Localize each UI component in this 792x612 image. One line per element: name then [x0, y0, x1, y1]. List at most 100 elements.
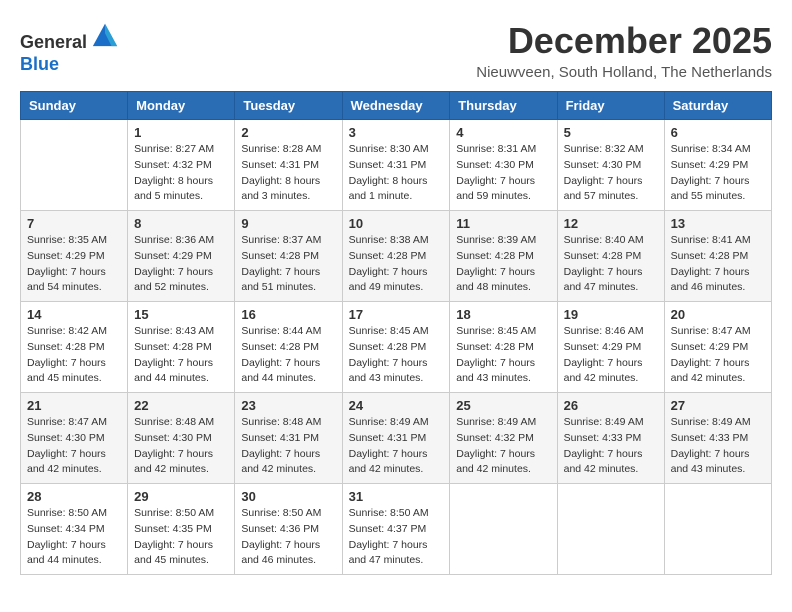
calendar-cell: 1Sunrise: 8:27 AM Sunset: 4:32 PM Daylig… — [128, 120, 235, 211]
day-number: 6 — [671, 125, 765, 140]
day-number: 16 — [241, 307, 335, 322]
calendar-cell: 10Sunrise: 8:38 AM Sunset: 4:28 PM Dayli… — [342, 211, 450, 302]
calendar-cell: 5 Sunrise: 8:32 AM Sunset: 4:30 PM Daylig… — [557, 120, 664, 211]
day-info: Sunrise: 8:47 AM Sunset: 4:30 PM Dayligh… — [27, 415, 121, 478]
calendar-cell: 23 Sunrise: 8:48 AM Sunset: 4:31 PM Dayli… — [235, 393, 342, 484]
calendar-cell: 11 Sunrise: 8:39 AM Sunset: 4:28 PM Dayli… — [450, 211, 557, 302]
day-number: 27 — [671, 398, 765, 413]
calendar-header-row: SundayMondayTuesdayWednesdayThursdayFrid… — [21, 92, 772, 120]
weekday-header-tuesday: Tuesday — [235, 92, 342, 120]
weekday-header-monday: Monday — [128, 92, 235, 120]
calendar-week-row: 14 Sunrise: 8:42 AM Sunset: 4:28 PM Dayli… — [21, 302, 772, 393]
calendar-cell: 7 Sunrise: 8:35 AM Sunset: 4:29 PM Daylig… — [21, 211, 128, 302]
logo-blue-text: Blue — [20, 54, 59, 74]
day-number: 15 — [134, 307, 228, 322]
day-number: 25 — [456, 398, 550, 413]
day-info: Sunrise: 8:45 AM Sunset: 4:28 PM Dayligh… — [456, 324, 550, 387]
day-info: Sunrise: 8:30 AM Sunset: 4:31 PM Dayligh… — [349, 142, 444, 205]
day-number: 12 — [564, 216, 658, 231]
calendar-cell: 30Sunrise: 8:50 AM Sunset: 4:36 PM Dayli… — [235, 484, 342, 575]
day-info: Sunrise: 8:47 AM Sunset: 4:29 PM Dayligh… — [671, 324, 765, 387]
day-number: 22 — [134, 398, 228, 413]
location-text: Nieuwveen, South Holland, The Netherland… — [476, 64, 772, 81]
day-info: Sunrise: 8:37 AM Sunset: 4:28 PM Dayligh… — [241, 233, 335, 296]
calendar-week-row: 1Sunrise: 8:27 AM Sunset: 4:32 PM Daylig… — [21, 120, 772, 211]
calendar-table: SundayMondayTuesdayWednesdayThursdayFrid… — [20, 91, 772, 575]
day-number: 20 — [671, 307, 765, 322]
day-number: 31 — [349, 489, 444, 504]
calendar-cell: 28 Sunrise: 8:50 AM Sunset: 4:34 PM Dayli… — [21, 484, 128, 575]
calendar-cell: 24Sunrise: 8:49 AM Sunset: 4:31 PM Dayli… — [342, 393, 450, 484]
calendar-cell: 6Sunrise: 8:34 AM Sunset: 4:29 PM Daylig… — [664, 120, 771, 211]
day-info: Sunrise: 8:50 AM Sunset: 4:37 PM Dayligh… — [349, 506, 444, 569]
calendar-cell: 21 Sunrise: 8:47 AM Sunset: 4:30 PM Dayli… — [21, 393, 128, 484]
day-number: 8 — [134, 216, 228, 231]
day-number: 4 — [456, 125, 550, 140]
day-info: Sunrise: 8:32 AM Sunset: 4:30 PM Dayligh… — [564, 142, 658, 205]
calendar-cell: 25 Sunrise: 8:49 AM Sunset: 4:32 PM Dayli… — [450, 393, 557, 484]
weekday-header-thursday: Thursday — [450, 92, 557, 120]
calendar-cell — [664, 484, 771, 575]
calendar-cell: 14 Sunrise: 8:42 AM Sunset: 4:28 PM Dayli… — [21, 302, 128, 393]
day-number: 7 — [27, 216, 121, 231]
calendar-cell: 27 Sunrise: 8:49 AM Sunset: 4:33 PM Dayli… — [664, 393, 771, 484]
day-info: Sunrise: 8:43 AM Sunset: 4:28 PM Dayligh… — [134, 324, 228, 387]
day-number: 23 — [241, 398, 335, 413]
calendar-cell: 9 Sunrise: 8:37 AM Sunset: 4:28 PM Daylig… — [235, 211, 342, 302]
month-title: December 2025 — [476, 20, 772, 62]
day-info: Sunrise: 8:50 AM Sunset: 4:34 PM Dayligh… — [27, 506, 121, 569]
calendar-cell: 12 Sunrise: 8:40 AM Sunset: 4:28 PM Dayli… — [557, 211, 664, 302]
day-info: Sunrise: 8:40 AM Sunset: 4:28 PM Dayligh… — [564, 233, 658, 296]
calendar-cell: 8 Sunrise: 8:36 AM Sunset: 4:29 PM Daylig… — [128, 211, 235, 302]
day-info: Sunrise: 8:45 AM Sunset: 4:28 PM Dayligh… — [349, 324, 444, 387]
day-info: Sunrise: 8:39 AM Sunset: 4:28 PM Dayligh… — [456, 233, 550, 296]
weekday-header-friday: Friday — [557, 92, 664, 120]
day-info: Sunrise: 8:48 AM Sunset: 4:31 PM Dayligh… — [241, 415, 335, 478]
day-number: 2 — [241, 125, 335, 140]
day-number: 24 — [349, 398, 444, 413]
day-number: 11 — [456, 216, 550, 231]
day-number: 30 — [241, 489, 335, 504]
day-number: 21 — [27, 398, 121, 413]
day-info: Sunrise: 8:31 AM Sunset: 4:30 PM Dayligh… — [456, 142, 550, 205]
logo-icon — [91, 20, 119, 48]
day-number: 28 — [27, 489, 121, 504]
day-number: 29 — [134, 489, 228, 504]
calendar-cell — [557, 484, 664, 575]
day-info: Sunrise: 8:35 AM Sunset: 4:29 PM Dayligh… — [27, 233, 121, 296]
weekday-header-wednesday: Wednesday — [342, 92, 450, 120]
calendar-cell: 3 Sunrise: 8:30 AM Sunset: 4:31 PM Daylig… — [342, 120, 450, 211]
day-info: Sunrise: 8:50 AM Sunset: 4:35 PM Dayligh… — [134, 506, 228, 569]
day-number: 17 — [349, 307, 444, 322]
calendar-cell: 22Sunrise: 8:48 AM Sunset: 4:30 PM Dayli… — [128, 393, 235, 484]
calendar-cell: 19Sunrise: 8:46 AM Sunset: 4:29 PM Dayli… — [557, 302, 664, 393]
day-number: 3 — [349, 125, 444, 140]
calendar-cell: 31 Sunrise: 8:50 AM Sunset: 4:37 PM Dayli… — [342, 484, 450, 575]
day-info: Sunrise: 8:49 AM Sunset: 4:32 PM Dayligh… — [456, 415, 550, 478]
day-info: Sunrise: 8:49 AM Sunset: 4:33 PM Dayligh… — [564, 415, 658, 478]
day-info: Sunrise: 8:49 AM Sunset: 4:33 PM Dayligh… — [671, 415, 765, 478]
weekday-header-sunday: Sunday — [21, 92, 128, 120]
day-number: 9 — [241, 216, 335, 231]
calendar-cell: 4 Sunrise: 8:31 AM Sunset: 4:30 PM Daylig… — [450, 120, 557, 211]
day-number: 14 — [27, 307, 121, 322]
logo: General Blue — [20, 20, 119, 75]
day-number: 5 — [564, 125, 658, 140]
calendar-cell: 13 Sunrise: 8:41 AM Sunset: 4:28 PM Dayli… — [664, 211, 771, 302]
calendar-week-row: 7 Sunrise: 8:35 AM Sunset: 4:29 PM Daylig… — [21, 211, 772, 302]
calendar-cell: 16 Sunrise: 8:44 AM Sunset: 4:28 PM Dayli… — [235, 302, 342, 393]
day-info: Sunrise: 8:41 AM Sunset: 4:28 PM Dayligh… — [671, 233, 765, 296]
day-number: 19 — [564, 307, 658, 322]
day-info: Sunrise: 8:36 AM Sunset: 4:29 PM Dayligh… — [134, 233, 228, 296]
calendar-cell — [450, 484, 557, 575]
day-info: Sunrise: 8:42 AM Sunset: 4:28 PM Dayligh… — [27, 324, 121, 387]
weekday-header-saturday: Saturday — [664, 92, 771, 120]
day-number: 10 — [349, 216, 444, 231]
calendar-week-row: 21 Sunrise: 8:47 AM Sunset: 4:30 PM Dayli… — [21, 393, 772, 484]
day-number: 26 — [564, 398, 658, 413]
title-block: December 2025 Nieuwveen, South Holland, … — [476, 20, 772, 81]
day-info: Sunrise: 8:44 AM Sunset: 4:28 PM Dayligh… — [241, 324, 335, 387]
day-number: 13 — [671, 216, 765, 231]
calendar-cell — [21, 120, 128, 211]
day-number: 18 — [456, 307, 550, 322]
